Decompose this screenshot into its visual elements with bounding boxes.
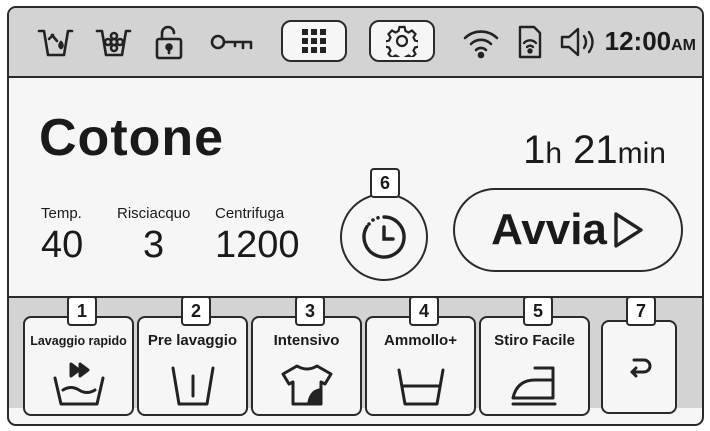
options-bar: 1 Lavaggio rapido 2 Pre lavaggio 3 Inten… [9, 296, 702, 416]
option-quick-wash[interactable]: Lavaggio rapido [23, 316, 134, 416]
child-lock-key-icon [207, 22, 255, 62]
option-label: Stiro Facile [494, 332, 575, 349]
option-label: Intensivo [273, 332, 340, 349]
grid-icon [302, 29, 326, 53]
delay-timer-button[interactable] [340, 193, 428, 281]
prewash-icon [171, 366, 214, 406]
status-bar: 12:00AM [9, 8, 702, 78]
timer-icon [362, 215, 406, 259]
door-unlock-icon [149, 22, 189, 62]
back-badge: 7 [626, 296, 656, 326]
stained-shirt-icon [281, 364, 332, 406]
param-label: Temp. [41, 205, 82, 222]
clock: 12:00AM [604, 26, 696, 56]
param-value: 40 [41, 224, 84, 266]
remaining-time: 1h 21min [523, 128, 666, 172]
option-label: Lavaggio rapido [30, 334, 127, 348]
option-prewash[interactable]: Pre lavaggio [137, 316, 248, 416]
fabric-softener-icon [93, 22, 133, 62]
wifi-icon [461, 22, 501, 62]
smart-control-icon [509, 22, 549, 62]
back-arrow-icon [630, 358, 652, 378]
option-soak[interactable]: Ammollo+ [365, 316, 476, 416]
sound-icon [557, 22, 601, 62]
soak-icon [397, 368, 444, 406]
param-value: 1200 [215, 224, 300, 266]
option-label: Pre lavaggio [147, 332, 238, 349]
spin-setting[interactable]: Centrifuga 1200 [215, 205, 300, 267]
play-icon [614, 212, 643, 248]
rinse-setting[interactable]: Risciacquo 3 [117, 205, 190, 267]
washer-display: 12:00AM Cotone 1h 21min Temp. 40 Risciac… [7, 6, 704, 426]
option-badge: 1 [67, 296, 97, 326]
option-badge: 4 [409, 296, 439, 326]
temperature-setting[interactable]: Temp. 40 [41, 205, 83, 267]
option-intensive[interactable]: Intensivo [251, 316, 362, 416]
param-label: Centrifuga [215, 205, 285, 222]
option-badge: 5 [523, 296, 553, 326]
param-value: 3 [143, 224, 165, 266]
option-label: Ammollo+ [384, 332, 457, 349]
gear-icon [386, 25, 418, 57]
start-label: Avvia [491, 205, 607, 254]
iron-icon [511, 366, 556, 406]
menu-grid-button[interactable] [281, 20, 347, 62]
param-label: Risciacquo [117, 205, 191, 222]
settings-button[interactable] [369, 20, 435, 62]
option-badge: 2 [181, 296, 211, 326]
option-badge: 3 [295, 296, 325, 326]
option-easy-iron[interactable]: Stiro Facile [479, 316, 590, 416]
timer-badge: 6 [370, 168, 400, 198]
start-button[interactable]: Avvia [453, 188, 683, 272]
detergent-icon [35, 22, 75, 62]
quick-wash-icon [53, 362, 104, 406]
program-name: Cotone [39, 109, 225, 167]
back-button[interactable] [601, 320, 677, 414]
